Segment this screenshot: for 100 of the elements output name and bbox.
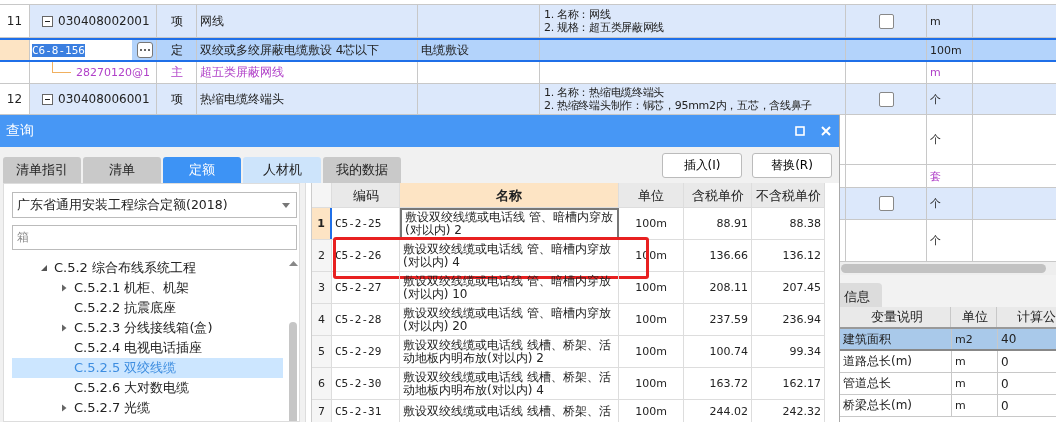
unit-text: m [930, 66, 941, 79]
tree-item[interactable]: C.5.2.3 分线接线箱(盒) [74, 319, 213, 337]
column-header[interactable]: 不含税单价 [752, 183, 825, 207]
tab[interactable]: 清单指引 [3, 157, 81, 183]
item-code: 030408002001 [58, 14, 150, 28]
table-cell: 88.38 [752, 208, 825, 239]
table-cell: 100m [619, 208, 684, 239]
checkbox[interactable] [878, 91, 894, 107]
table-cell: C5-2-28 [332, 304, 400, 335]
search-field[interactable]: 箱 [12, 225, 297, 250]
column-header[interactable]: 名称 [400, 183, 619, 207]
scrollbar-thumb[interactable] [289, 322, 297, 421]
table-cell: 敷设双绞线缆或电话线 管、暗槽内穿放(对以内) 4 [400, 240, 619, 271]
row-number: 6 [312, 368, 332, 399]
type-label: 项 [170, 12, 183, 30]
table-row[interactable]: 12 030408006001 项 热缩电缆终端头 1. 名称：热缩电缆终端头 2. 热缩终端头制作：铜芯，95mm2内，五芯，含线鼻子 个 [0, 84, 1056, 115]
row-header [0, 40, 30, 60]
row-header: 12 [0, 84, 30, 114]
table-cell: C5-2-27 [332, 272, 400, 303]
unit-text: 个 [930, 91, 941, 107]
feature-line: 2. 规格：超五类屏蔽网线 [544, 21, 665, 34]
type-label: 主 [170, 64, 183, 81]
checkbox[interactable] [878, 13, 894, 29]
table-cell: 162.17 [752, 368, 825, 399]
table-cell: C5-2-31 [332, 400, 400, 422]
tab[interactable]: 我的数据 [323, 157, 401, 183]
table-cell: m [952, 395, 998, 416]
expanded-arrow-icon[interactable] [40, 264, 48, 272]
table-cell: m [952, 351, 998, 372]
tree-item[interactable]: C.5.2 综合布线系统工程 [54, 259, 197, 277]
ellipsis-icon [139, 48, 151, 52]
row-number: 4 [312, 304, 332, 335]
column-header[interactable]: 含税单价 [684, 183, 752, 207]
table-row[interactable]: 28270120@1 主 超五类屏蔽网线 m [0, 62, 1056, 84]
dialog-title: 查询 [6, 122, 34, 140]
table-cell: m2 [952, 329, 998, 349]
unit-text: 个 [930, 132, 941, 147]
table-cell: 100m [619, 368, 684, 399]
caret-icon [282, 202, 290, 208]
type-label: 项 [170, 90, 183, 108]
collapse-toggle-icon[interactable] [42, 15, 53, 27]
collapsed-arrow-icon[interactable] [60, 324, 68, 332]
close-icon[interactable] [821, 126, 831, 136]
table-cell-text: 0 [1000, 375, 1010, 393]
restore-icon[interactable] [795, 126, 805, 136]
action-button[interactable]: 替换(R) [752, 153, 832, 178]
table-cell: 100.74 [684, 336, 752, 367]
tree-item[interactable]: C.5.2.4 电视电话插座 [74, 339, 203, 357]
tree-item[interactable]: C.5.2.6 大对数电缆 [74, 379, 190, 397]
row-number: 5 [312, 336, 332, 367]
table-cell: 237.59 [684, 304, 752, 335]
checkbox[interactable] [878, 196, 894, 211]
tree-item[interactable]: C.5.2.1 机柜、机架 [74, 279, 190, 297]
table-cell: 88.91 [684, 208, 752, 239]
table-cell: C5-2-26 [332, 240, 400, 271]
tab[interactable]: 人材机 [243, 157, 321, 183]
unit-text: 100m [930, 43, 962, 57]
row-header: 11 [0, 5, 30, 37]
column-header: 单位 [951, 307, 997, 327]
item-code: 030408006001 [58, 92, 150, 106]
collapsed-arrow-icon[interactable] [60, 404, 68, 412]
table-cell-text: 0 [1000, 397, 1010, 415]
table-cell: 136.66 [684, 240, 752, 271]
feature-line: 2. 热缩终端头制作：铜芯，95mm2内，五芯，含线鼻子 [544, 99, 813, 112]
category-text: 电缆敷设 [421, 41, 469, 59]
table-cell: 敷设双绞线缆或电话线 管、暗槽内穿放(对以内) 2 [400, 208, 619, 239]
action-button[interactable]: 插入(I) [662, 153, 742, 178]
tree-connector-line [52, 62, 71, 73]
table-cell: 100m [619, 336, 684, 367]
material-code: 28270120@1 [76, 66, 150, 79]
table-cell: 敷设双绞线缆或电话线 管、暗槽内穿放(对以内) 20 [400, 304, 619, 335]
table-cell: 100m [619, 304, 684, 335]
table-row[interactable]: 11 030408002001 项 网线 1. 名称：网线 2. 规格：超五类屏蔽网线 m [0, 5, 1056, 38]
table-cell: 100m [619, 400, 684, 422]
table-cell-text: 0 [1000, 353, 1010, 371]
collapsed-arrow-icon[interactable] [60, 284, 68, 292]
table-cell: C5-2-29 [332, 336, 400, 367]
tab[interactable]: 清单 [83, 157, 161, 183]
unit-text: 套 [930, 168, 941, 184]
table-cell: 敷设双绞线缆或电话线 线槽、桥架、活 [400, 400, 619, 422]
panel-tab[interactable]: 信息 [838, 283, 882, 307]
feature-line: 1. 名称：热缩电缆终端头 [544, 86, 666, 99]
code-input-field[interactable]: C6-8-156 [30, 40, 132, 60]
row-number: 2 [312, 240, 332, 271]
table-cell: 136.12 [752, 240, 825, 271]
scrollbar-thumb[interactable] [841, 264, 1046, 273]
tree-item[interactable]: C.5.2.7 光缆 [74, 399, 151, 417]
column-header[interactable]: 单位 [619, 183, 684, 207]
tree-item[interactable]: C.5.2.2 抗震底座 [74, 299, 177, 317]
more-button[interactable] [137, 42, 153, 58]
table-cell: C5-2-25 [332, 208, 400, 239]
library-dropdown[interactable]: 广东省通用安装工程综合定额(2018) [12, 192, 297, 218]
unit-text: 个 [930, 196, 941, 211]
table-cell: 163.72 [684, 368, 752, 399]
collapse-toggle-icon[interactable] [42, 93, 53, 105]
table-cell: 242.32 [752, 400, 825, 422]
table-row[interactable]: C6-8-156 定 双绞或多绞屏蔽电缆敷设 4芯以下 电缆敷设 100m [0, 38, 1056, 62]
table-cell: 100m [619, 272, 684, 303]
table-cell-text: 40 [1000, 331, 1018, 348]
item-name: 双绞或多绞屏蔽电缆敷设 4芯以下 [200, 41, 380, 59]
